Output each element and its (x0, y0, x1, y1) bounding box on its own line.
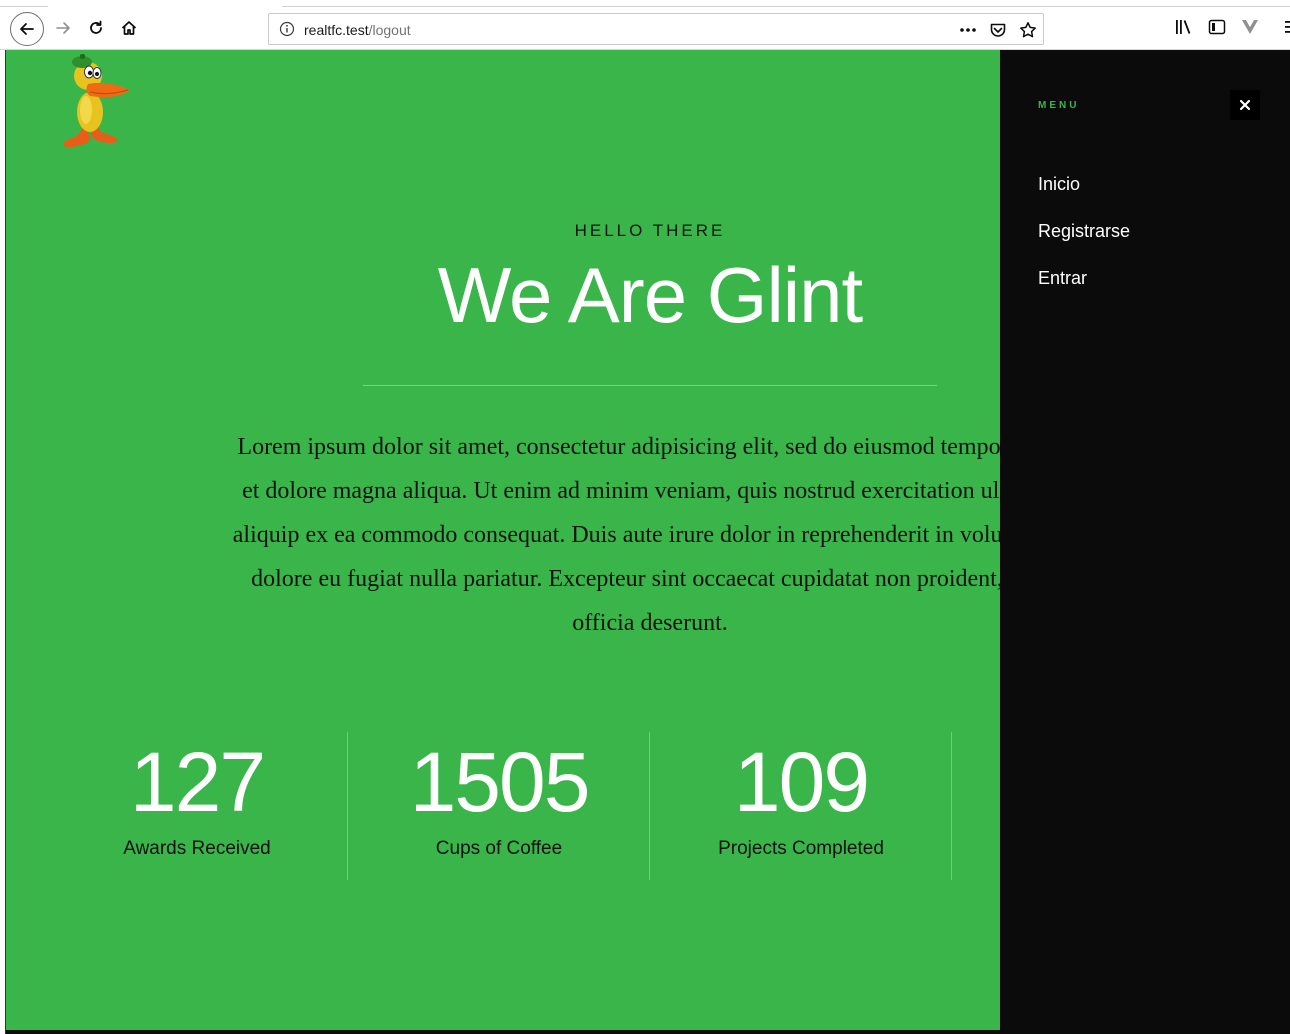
url-bar[interactable]: realtfc.test/logout (268, 13, 1044, 45)
library-button[interactable] (1172, 15, 1196, 39)
extension-button[interactable] (1238, 15, 1262, 39)
stat-number: 127 (129, 735, 266, 829)
reload-icon (90, 20, 102, 34)
home-button[interactable] (113, 12, 145, 44)
stat-label: Awards Received (123, 838, 271, 859)
menu-list: Inicio Registrarse Entrar (1038, 174, 1130, 315)
side-menu-panel: MENU Inicio Registrarse Entrar (1000, 50, 1290, 1034)
close-icon (1239, 99, 1251, 111)
sidebar-icon (1208, 19, 1226, 35)
stat-separator (951, 732, 952, 880)
home-icon (121, 21, 137, 35)
forward-arrow-icon (56, 22, 70, 34)
pocket-button[interactable] (987, 19, 1009, 41)
tab-strip-edge (282, 6, 1290, 7)
forward-button[interactable] (47, 12, 79, 44)
more-dots-icon (960, 28, 976, 32)
duck-mascot-logo[interactable] (62, 52, 132, 154)
menu-item-inicio[interactable]: Inicio (1038, 174, 1130, 221)
tab-strip-edge (0, 6, 48, 7)
browser-toolbar: realtfc.test/logout (0, 0, 1290, 50)
menu-title: MENU (1038, 100, 1080, 111)
star-icon (1020, 22, 1036, 38)
page-actions-button[interactable] (957, 19, 979, 41)
url-host: realtfc.test (304, 22, 369, 38)
reload-button[interactable] (80, 12, 112, 44)
menu-close-button[interactable] (1230, 90, 1260, 120)
info-icon[interactable] (279, 21, 295, 37)
back-button[interactable] (10, 12, 44, 46)
stat-label: Cups of Coffee (435, 838, 563, 859)
bookmark-button[interactable] (1017, 19, 1039, 41)
hamburger-icon (1285, 21, 1290, 33)
stat-label: Projects Completed (718, 838, 884, 859)
url-path: /logout (368, 22, 411, 38)
library-icon (1176, 20, 1191, 34)
back-arrow-icon (20, 23, 34, 35)
stat-coffee: 1505 Cups of Coffee (348, 732, 650, 880)
stat-awards: 127 Awards Received (46, 732, 348, 880)
open-menu-button[interactable] (1276, 15, 1290, 39)
menu-item-entrar[interactable]: Entrar (1038, 268, 1130, 315)
vue-devtools-icon (1242, 20, 1258, 34)
menu-item-registrarse[interactable]: Registrarse (1038, 221, 1130, 268)
hero-divider (363, 385, 937, 386)
pocket-icon (990, 23, 1006, 37)
stat-number: 109 (733, 735, 870, 829)
sidebar-button[interactable] (1205, 15, 1229, 39)
stat-projects: 109 Projects Completed (650, 732, 952, 880)
stat-number: 1505 (409, 735, 591, 829)
url-text[interactable]: realtfc.test/logout (304, 22, 411, 38)
